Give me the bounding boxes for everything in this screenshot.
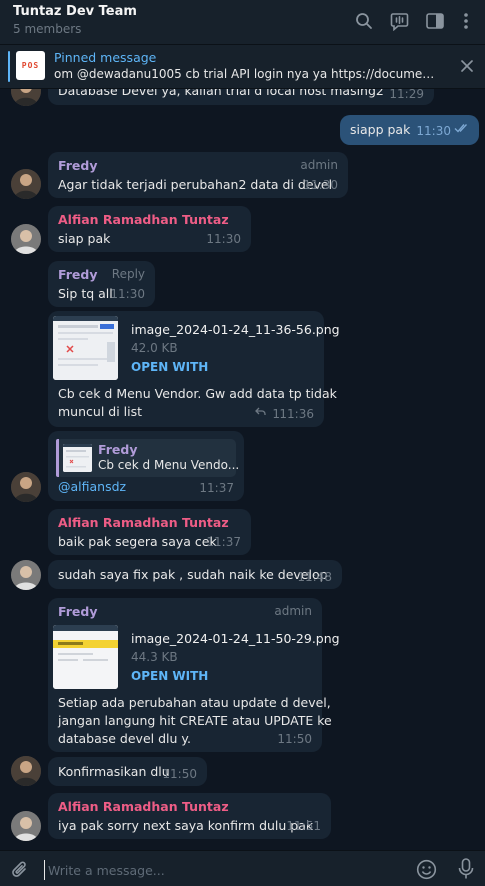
- sender-name[interactable]: Fredy: [58, 158, 97, 173]
- message-bubble[interactable]: Alfian Ramadhan Tuntaz iya pak sorry nex…: [48, 793, 331, 839]
- sidebar-toggle-icon[interactable]: [423, 9, 447, 33]
- sender-role: admin: [274, 604, 312, 618]
- reply-indicator: [56, 439, 59, 477]
- message-list[interactable]: Database Devel ya, kalian trial d local …: [0, 89, 485, 850]
- message-time: 11:48: [297, 570, 332, 584]
- emoji-icon[interactable]: [416, 859, 437, 883]
- open-with-button[interactable]: OPEN WITH: [131, 360, 208, 374]
- message-text: Sip tq all: [58, 286, 113, 301]
- sender-name[interactable]: Alfian Ramadhan Tuntaz: [58, 515, 229, 530]
- avatar[interactable]: [11, 560, 41, 590]
- pinned-label: Pinned message: [54, 50, 157, 65]
- message-bubble[interactable]: Fredy admin Agar tidak terjadi perubahan…: [48, 152, 348, 198]
- microphone-icon[interactable]: [458, 858, 474, 883]
- sender-role: admin: [300, 158, 338, 172]
- message-bubble[interactable]: Alfian Ramadhan Tuntaz siap pak 11:30: [48, 206, 251, 252]
- message-bubble-outgoing[interactable]: siapp pak 11:30: [340, 115, 479, 145]
- message-text: iya pak sorry next saya konfirm dulu pak: [58, 818, 314, 833]
- avatar[interactable]: [11, 224, 41, 254]
- message-bubble[interactable]: Fredy Reply Sip tq all 11:30: [48, 261, 155, 307]
- file-name[interactable]: image_2024-01-24_11-36-56.png: [131, 322, 340, 337]
- message-text: sudah saya fix pak , sudah naik ke devel…: [58, 567, 328, 582]
- message-bubble[interactable]: Alfian Ramadhan Tuntaz baik pak segera s…: [48, 509, 251, 555]
- avatar[interactable]: [11, 169, 41, 199]
- message-time: 11:30: [303, 178, 338, 192]
- image-thumbnail[interactable]: [53, 625, 118, 689]
- member-count: 5 members: [13, 22, 82, 36]
- message-text-line: database devel dlu y.: [58, 731, 191, 746]
- file-attachment[interactable]: image_2024-01-24_11-36-56.png 42.0 KB OP…: [53, 316, 340, 384]
- message-bubble[interactable]: Konfirmasikan dlu 11:50: [48, 757, 207, 786]
- message-text-line: jangan langung hit CREATE atau UPDATE ke: [58, 713, 332, 728]
- message-composer[interactable]: [0, 850, 485, 886]
- open-with-button[interactable]: OPEN WITH: [131, 669, 208, 683]
- message-time: 11:37: [199, 481, 234, 495]
- message-text-line: muncul di list: [58, 404, 143, 419]
- message-text-line: Setiap ada perubahan atau update d devel…: [58, 695, 331, 710]
- message-text: Database Devel ya, kalian trial d local …: [58, 89, 384, 98]
- reply-arrow-icon[interactable]: [255, 404, 266, 419]
- message-bubble[interactable]: Fredy admin image_2024-01-24_11-50-29.pn…: [48, 598, 340, 752]
- sender-name[interactable]: Alfian Ramadhan Tuntaz: [58, 212, 229, 227]
- read-check-icon: [454, 121, 470, 136]
- message-text: Konfirmasikan dlu: [58, 764, 170, 779]
- message-text: siap pak: [58, 231, 111, 246]
- message-time: 11:36: [279, 407, 314, 421]
- quoted-reply[interactable]: Fredy Cb cek d Menu Vendo...: [56, 439, 240, 477]
- pinned-message-bar[interactable]: POS Pinned message om @dewadanu1005 cb t…: [0, 45, 485, 89]
- message-text: baik pak segera saya cek: [58, 534, 217, 549]
- close-icon[interactable]: [459, 58, 475, 74]
- image-thumbnail[interactable]: [53, 316, 118, 380]
- avatar[interactable]: [11, 89, 41, 106]
- message-time: 11:30: [206, 232, 241, 246]
- pinned-indicator: [8, 51, 10, 82]
- file-size: 44.3 KB: [131, 650, 178, 664]
- pinned-text: om @dewadanu1005 cb trial API login nya …: [54, 67, 440, 81]
- more-icon[interactable]: [454, 9, 478, 33]
- message-time: 11:51: [286, 819, 321, 833]
- sender-name[interactable]: Fredy: [58, 604, 97, 619]
- message-bubble[interactable]: Fredy Cb cek d Menu Vendo... @alfiansdz …: [48, 431, 244, 501]
- sender-name[interactable]: Alfian Ramadhan Tuntaz: [58, 799, 229, 814]
- message-text-line: Cb cek d Menu Vendor. Gw add data tp tid…: [58, 386, 337, 401]
- pinned-thumbnail: POS: [16, 51, 45, 80]
- message-time: 11:50: [162, 767, 197, 781]
- attach-icon[interactable]: [11, 860, 29, 883]
- file-name[interactable]: image_2024-01-24_11-50-29.png: [131, 631, 340, 646]
- reply-sender: Fredy: [98, 442, 138, 457]
- message-text: siapp pak: [350, 122, 411, 137]
- avatar[interactable]: [11, 756, 41, 786]
- reply-thumbnail: [63, 444, 92, 472]
- search-icon[interactable]: [352, 9, 376, 33]
- file-size: 42.0 KB: [131, 341, 178, 355]
- message-bubble[interactable]: image_2024-01-24_11-36-56.png 42.0 KB OP…: [48, 311, 340, 427]
- message-bubble[interactable]: Database Devel ya, kalian trial d local …: [48, 89, 434, 105]
- message-bubble[interactable]: sudah saya fix pak , sudah naik ke devel…: [48, 560, 342, 589]
- file-attachment[interactable]: image_2024-01-24_11-50-29.png 44.3 KB OP…: [53, 625, 340, 693]
- message-time: 11:50: [277, 732, 312, 746]
- voice-chat-icon[interactable]: [387, 9, 411, 33]
- message-text: Agar tidak terjadi perubahan2 data di de…: [58, 177, 333, 192]
- chat-header[interactable]: Tuntaz Dev Team 5 members: [0, 0, 485, 45]
- avatar[interactable]: [11, 811, 41, 841]
- sender-name[interactable]: Fredy: [58, 267, 97, 282]
- message-time: 11:29: [389, 89, 424, 101]
- reply-text: Cb cek d Menu Vendo...: [98, 458, 240, 472]
- message-time: 11:30: [416, 124, 451, 138]
- reply-button[interactable]: Reply: [112, 267, 145, 281]
- avatar[interactable]: [11, 472, 41, 502]
- message-input[interactable]: [44, 860, 404, 880]
- chat-title[interactable]: Tuntaz Dev Team: [13, 4, 137, 19]
- mention-link[interactable]: @alfiansdz: [58, 477, 126, 496]
- message-time: 11:37: [206, 535, 241, 549]
- message-time: 11:30: [110, 287, 145, 301]
